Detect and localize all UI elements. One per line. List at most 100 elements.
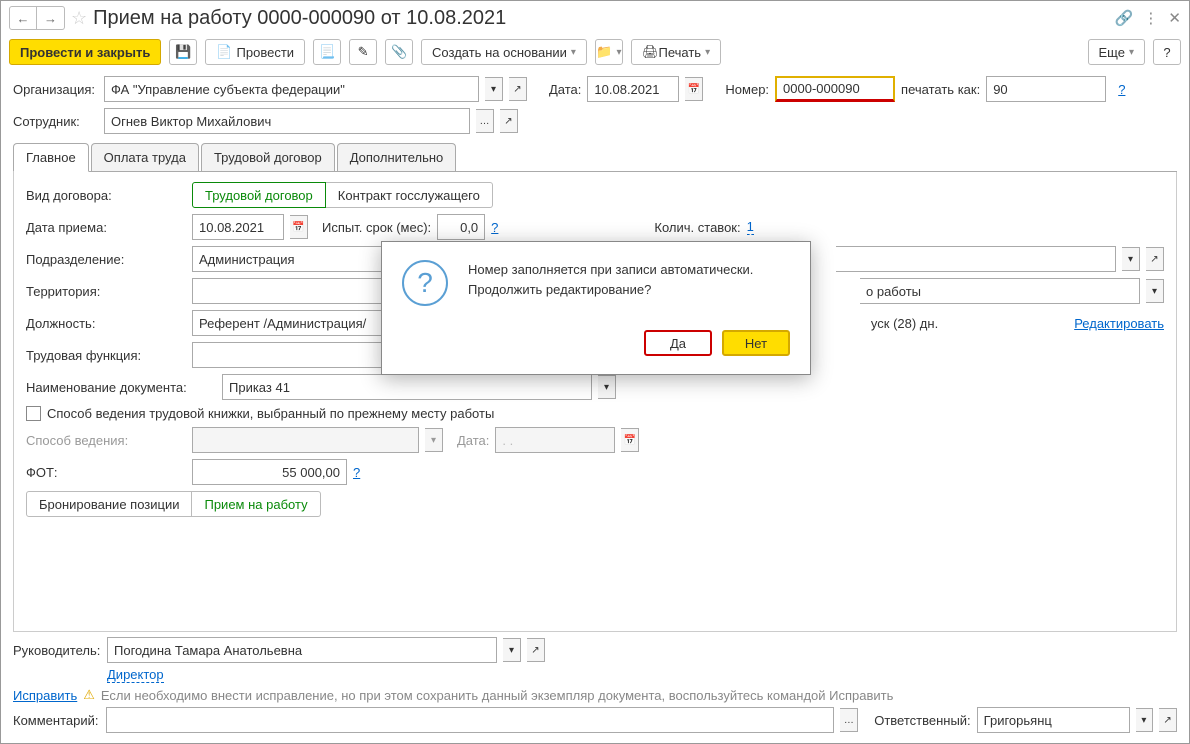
resp-label: Ответственный: (874, 713, 970, 728)
method-input (192, 427, 419, 453)
probation-help[interactable]: ? (491, 220, 498, 235)
fix-link[interactable]: Исправить (13, 688, 77, 703)
tab-main[interactable]: Главное (13, 143, 89, 172)
contract-civil-button[interactable]: Контракт госслужащего (326, 182, 493, 208)
emp-pick[interactable]: … (476, 109, 494, 133)
hire-date-input[interactable]: 10.08.2021 (192, 214, 284, 240)
hire-date-label: Дата приема: (26, 220, 186, 235)
tab-payment[interactable]: Оплата труда (91, 143, 199, 171)
method-date-cal: 📅 (621, 428, 639, 452)
head-dd[interactable]: ▾ (503, 638, 521, 662)
head-input[interactable]: Погодина Тамара Анатольевна (107, 637, 497, 663)
print-as-help[interactable]: ? (1118, 82, 1125, 97)
save-button[interactable]: 💾 (169, 39, 197, 65)
attach-button[interactable]: 📎 (385, 39, 413, 65)
favorite-icon[interactable]: ☆ (71, 8, 87, 29)
print-button[interactable]: 🖨 Печать (631, 39, 721, 65)
probation-input[interactable]: 0,0 (437, 214, 485, 240)
method-date-label: Дата: (457, 433, 489, 448)
fot-input[interactable]: 55 000,00 (192, 459, 347, 485)
territory-input[interactable] (192, 278, 392, 304)
help-button[interactable]: ? (1153, 39, 1181, 65)
hire-button[interactable]: Прием на работу (192, 491, 320, 517)
edit-link[interactable]: Редактировать (1074, 316, 1164, 331)
func-label: Трудовая функция: (26, 348, 186, 363)
tab-contract[interactable]: Трудовой договор (201, 143, 335, 171)
post-button[interactable]: 📄Провести (205, 39, 305, 65)
more-button[interactable]: Еще (1088, 39, 1145, 65)
question-icon: ? (402, 260, 448, 306)
page-title: Прием на работу 0000-000090 от 10.08.202… (93, 7, 506, 30)
print-as-label: печатать как: (901, 82, 980, 97)
print-as-input[interactable]: 90 (986, 76, 1106, 102)
tab-additional[interactable]: Дополнительно (337, 143, 457, 171)
post-close-button[interactable]: Провести и закрыть (9, 39, 161, 65)
rate-label: Колич. ставок: (654, 220, 740, 235)
resp-input[interactable]: Григорьянц (977, 707, 1130, 733)
dialog-line2: Продолжить редактирование? (468, 280, 753, 300)
schedule-open[interactable]: ↗ (1146, 247, 1164, 271)
head-open[interactable]: ↗ (527, 638, 545, 662)
edit-icon-button[interactable]: ✎ (349, 39, 377, 65)
fot-help[interactable]: ? (353, 465, 360, 480)
head-role-link[interactable]: Директор (107, 667, 164, 683)
schedule-dd[interactable]: ▾ (1122, 247, 1140, 271)
resp-dd[interactable]: ▾ (1136, 708, 1154, 732)
comment-label: Комментарий: (13, 713, 100, 728)
confirm-dialog: ? Номер заполняется при записи автоматич… (381, 241, 811, 375)
folder-button[interactable]: 📁 (595, 39, 623, 65)
doc-name-dd[interactable]: ▾ (598, 375, 616, 399)
vacation-text: уск (28) дн. (871, 316, 938, 331)
prev-workbook-label: Способ ведения трудовой книжки, выбранны… (47, 406, 494, 421)
num-label: Номер: (725, 82, 769, 97)
dialog-line1: Номер заполняется при записи автоматичес… (468, 260, 753, 280)
org-dd[interactable]: ▾ (485, 77, 503, 101)
hire-date-cal[interactable]: 📅 (290, 215, 308, 239)
date-label: Дата: (549, 82, 581, 97)
schedule-input[interactable] (836, 246, 1116, 272)
booking-button[interactable]: Бронирование позиции (26, 491, 192, 517)
nav-back-button[interactable]: ← (9, 6, 37, 30)
head-label: Руководитель: (13, 643, 101, 658)
comment-input[interactable] (106, 707, 835, 733)
nav-forward-button[interactable]: → (37, 6, 65, 30)
comment-pick[interactable]: … (840, 708, 858, 732)
date-cal[interactable]: 📅 (685, 77, 703, 101)
contract-labor-button[interactable]: Трудовой договор (192, 182, 326, 208)
dialog-no-button[interactable]: Нет (722, 330, 790, 356)
warning-icon: ⚠ (83, 687, 95, 703)
rate-link[interactable]: 1 (747, 219, 754, 235)
position-label: Должность: (26, 316, 186, 331)
dept-input[interactable]: Администрация (192, 246, 392, 272)
close-icon[interactable]: ✕ (1168, 9, 1181, 27)
resp-open[interactable]: ↗ (1159, 708, 1177, 732)
link-icon[interactable]: 🔗 (1115, 9, 1134, 27)
org-open[interactable]: ↗ (509, 77, 527, 101)
dept-label: Подразделение: (26, 252, 186, 267)
emp-input[interactable]: Огнев Виктор Михайлович (104, 108, 470, 134)
emp-open[interactable]: ↗ (500, 109, 518, 133)
doc-icon-button[interactable]: 📃 (313, 39, 341, 65)
method-label: Способ ведения: (26, 433, 186, 448)
work-dd[interactable]: ▾ (1146, 279, 1164, 303)
fix-note: Если необходимо внести исправление, но п… (101, 688, 893, 703)
territory-label: Территория: (26, 284, 186, 299)
contract-type-label: Вид договора: (26, 188, 186, 203)
org-input[interactable]: ФА "Управление субъекта федерации" (104, 76, 479, 102)
method-date-input: . . (495, 427, 615, 453)
probation-label: Испыт. срок (мес): (322, 220, 431, 235)
emp-label: Сотрудник: (13, 114, 98, 129)
number-input[interactable]: 0000-000090 (775, 76, 895, 102)
doc-name-label: Наименование документа: (26, 380, 216, 395)
dialog-yes-button[interactable]: Да (644, 330, 712, 356)
doc-name-input[interactable]: Приказ 41 (222, 374, 592, 400)
menu-icon[interactable]: ⋮ (1143, 9, 1158, 27)
position-input[interactable]: Референт /Администрация/ (192, 310, 392, 336)
create-based-button[interactable]: Создать на основании (421, 39, 587, 65)
date-input[interactable]: 10.08.2021 (587, 76, 679, 102)
org-label: Организация: (13, 82, 98, 97)
func-input[interactable] (192, 342, 392, 368)
fot-label: ФОТ: (26, 465, 186, 480)
work-input[interactable]: о работы (860, 278, 1140, 304)
prev-workbook-checkbox[interactable] (26, 406, 41, 421)
